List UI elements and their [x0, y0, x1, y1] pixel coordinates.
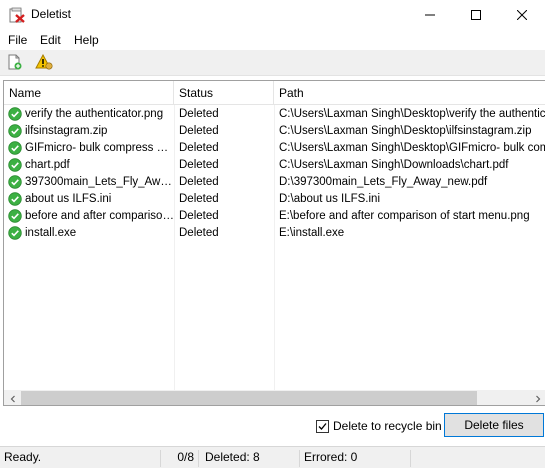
check-circle-icon [8, 209, 22, 223]
cell-name: chart.pdf [8, 157, 174, 174]
column-header-path[interactable]: Path [274, 81, 545, 105]
cell-name: verify the authenticator.png [8, 106, 174, 123]
minimize-button[interactable] [407, 0, 453, 30]
file-list[interactable]: Name Status Path verify the authenticato… [3, 80, 545, 406]
column-header-name[interactable]: Name [4, 81, 174, 105]
check-circle-icon [8, 141, 22, 155]
cell-name: install.exe [8, 225, 174, 242]
cell-path: C:\Users\Laxman Singh\Desktop\ilfsinstag… [279, 125, 532, 137]
app-icon [9, 7, 25, 23]
file-name: verify the authenticator.png [25, 108, 164, 120]
recycle-bin-checkbox[interactable] [316, 419, 329, 433]
cell-path: C:\Users\Laxman Singh\Desktop\GIFmicro- … [279, 142, 545, 154]
cell-status: Deleted [179, 193, 219, 205]
table-row[interactable]: ilfsinstagram.zip Deleted C:\Users\Laxman … [4, 123, 545, 140]
cell-name: GIFmicro- bulk compress gif i... [8, 140, 174, 157]
toolbar [0, 50, 545, 76]
table-row[interactable]: verify the authenticator.png Deleted C:\Us… [4, 106, 545, 123]
check-circle-icon [8, 107, 22, 121]
cell-status: Deleted [179, 210, 219, 222]
table-row[interactable]: chart.pdf Deleted C:\Users\Laxman Singh\Do… [4, 157, 545, 174]
recycle-bin-option[interactable]: Delete to recycle bin [316, 418, 442, 434]
clear-errors-button[interactable] [34, 53, 54, 73]
cell-name: 397300main_Lets_Fly_Away... [8, 174, 174, 191]
cell-path: D:\397300main_Lets_Fly_Away_new.pdf [279, 176, 488, 188]
cell-status: Deleted [179, 108, 219, 120]
status-deleted: Deleted: 8 [200, 450, 300, 467]
table-row[interactable]: 397300main_Lets_Fly_Away... Deleted D:\397… [4, 174, 545, 191]
close-button[interactable] [499, 0, 545, 30]
check-circle-icon [8, 158, 22, 172]
menu-bar: File Edit Help [0, 30, 545, 50]
file-name: chart.pdf [25, 159, 70, 171]
cell-status: Deleted [179, 159, 219, 171]
scroll-right-button[interactable] [529, 390, 545, 406]
column-header-status[interactable]: Status [174, 81, 274, 105]
file-name: 397300main_Lets_Fly_Away... [25, 176, 174, 188]
chevron-right-icon [534, 392, 542, 406]
title-bar: Deletist [0, 0, 545, 30]
maximize-button[interactable] [453, 0, 499, 30]
status-progress: 0/8 [177, 450, 194, 464]
cell-path: E:\before and after comparison of start … [279, 210, 530, 222]
table-row[interactable]: before and after comparison ... Deleted E:… [4, 208, 545, 225]
file-name: before and after comparison ... [25, 210, 174, 222]
status-ready: Ready. [1, 450, 161, 467]
list-header: Name Status Path [4, 81, 545, 105]
cell-path: C:\Users\Laxman Singh\Desktop\verify the… [279, 108, 545, 120]
menu-file[interactable]: File [8, 33, 27, 47]
check-circle-icon [8, 192, 22, 206]
cell-status: Deleted [179, 176, 219, 188]
scroll-left-button[interactable] [4, 390, 21, 406]
chevron-left-icon [9, 392, 17, 406]
recycle-bin-label: Delete to recycle bin [333, 419, 442, 433]
menu-help[interactable]: Help [74, 33, 99, 47]
table-row[interactable]: about us ILFS.ini Deleted D:\about us ILFS… [4, 191, 545, 208]
file-name: GIFmicro- bulk compress gif i... [25, 142, 174, 154]
new-list-button[interactable] [4, 53, 24, 73]
new-list-icon [6, 54, 22, 73]
check-circle-icon [8, 175, 22, 189]
check-circle-icon [8, 226, 22, 240]
table-row[interactable]: GIFmicro- bulk compress gif i... Deleted C… [4, 140, 545, 157]
file-name: install.exe [25, 227, 77, 239]
menu-edit[interactable]: Edit [40, 33, 61, 47]
file-name: ilfsinstagram.zip [25, 125, 108, 137]
status-bar: Ready. 0/8 Deleted: 8 Errored: 0 [0, 446, 545, 468]
status-errored: Errored: 0 [301, 450, 411, 467]
cell-status: Deleted [179, 227, 219, 239]
cell-path: C:\Users\Laxman Singh\Downloads\chart.pd… [279, 159, 509, 171]
cell-status: Deleted [179, 125, 219, 137]
delete-files-button[interactable]: Delete files [444, 413, 544, 437]
horizontal-scrollbar[interactable] [4, 390, 545, 406]
scrollbar-thumb[interactable] [21, 391, 477, 405]
check-circle-icon [8, 124, 22, 138]
cell-name: before and after comparison ... [8, 208, 174, 225]
cell-path: E:\install.exe [279, 227, 345, 239]
status-progress-panel: 0/8 [162, 450, 199, 467]
cell-path: D:\about us ILFS.ini [279, 193, 380, 205]
window-title: Deletist [31, 7, 72, 21]
file-name: about us ILFS.ini [25, 193, 112, 205]
cell-name: about us ILFS.ini [8, 191, 174, 208]
warning-icon [35, 53, 53, 73]
table-row[interactable]: install.exe Deleted E:\install.exe [4, 225, 545, 242]
cell-name: ilfsinstagram.zip [8, 123, 174, 140]
cell-status: Deleted [179, 142, 219, 154]
